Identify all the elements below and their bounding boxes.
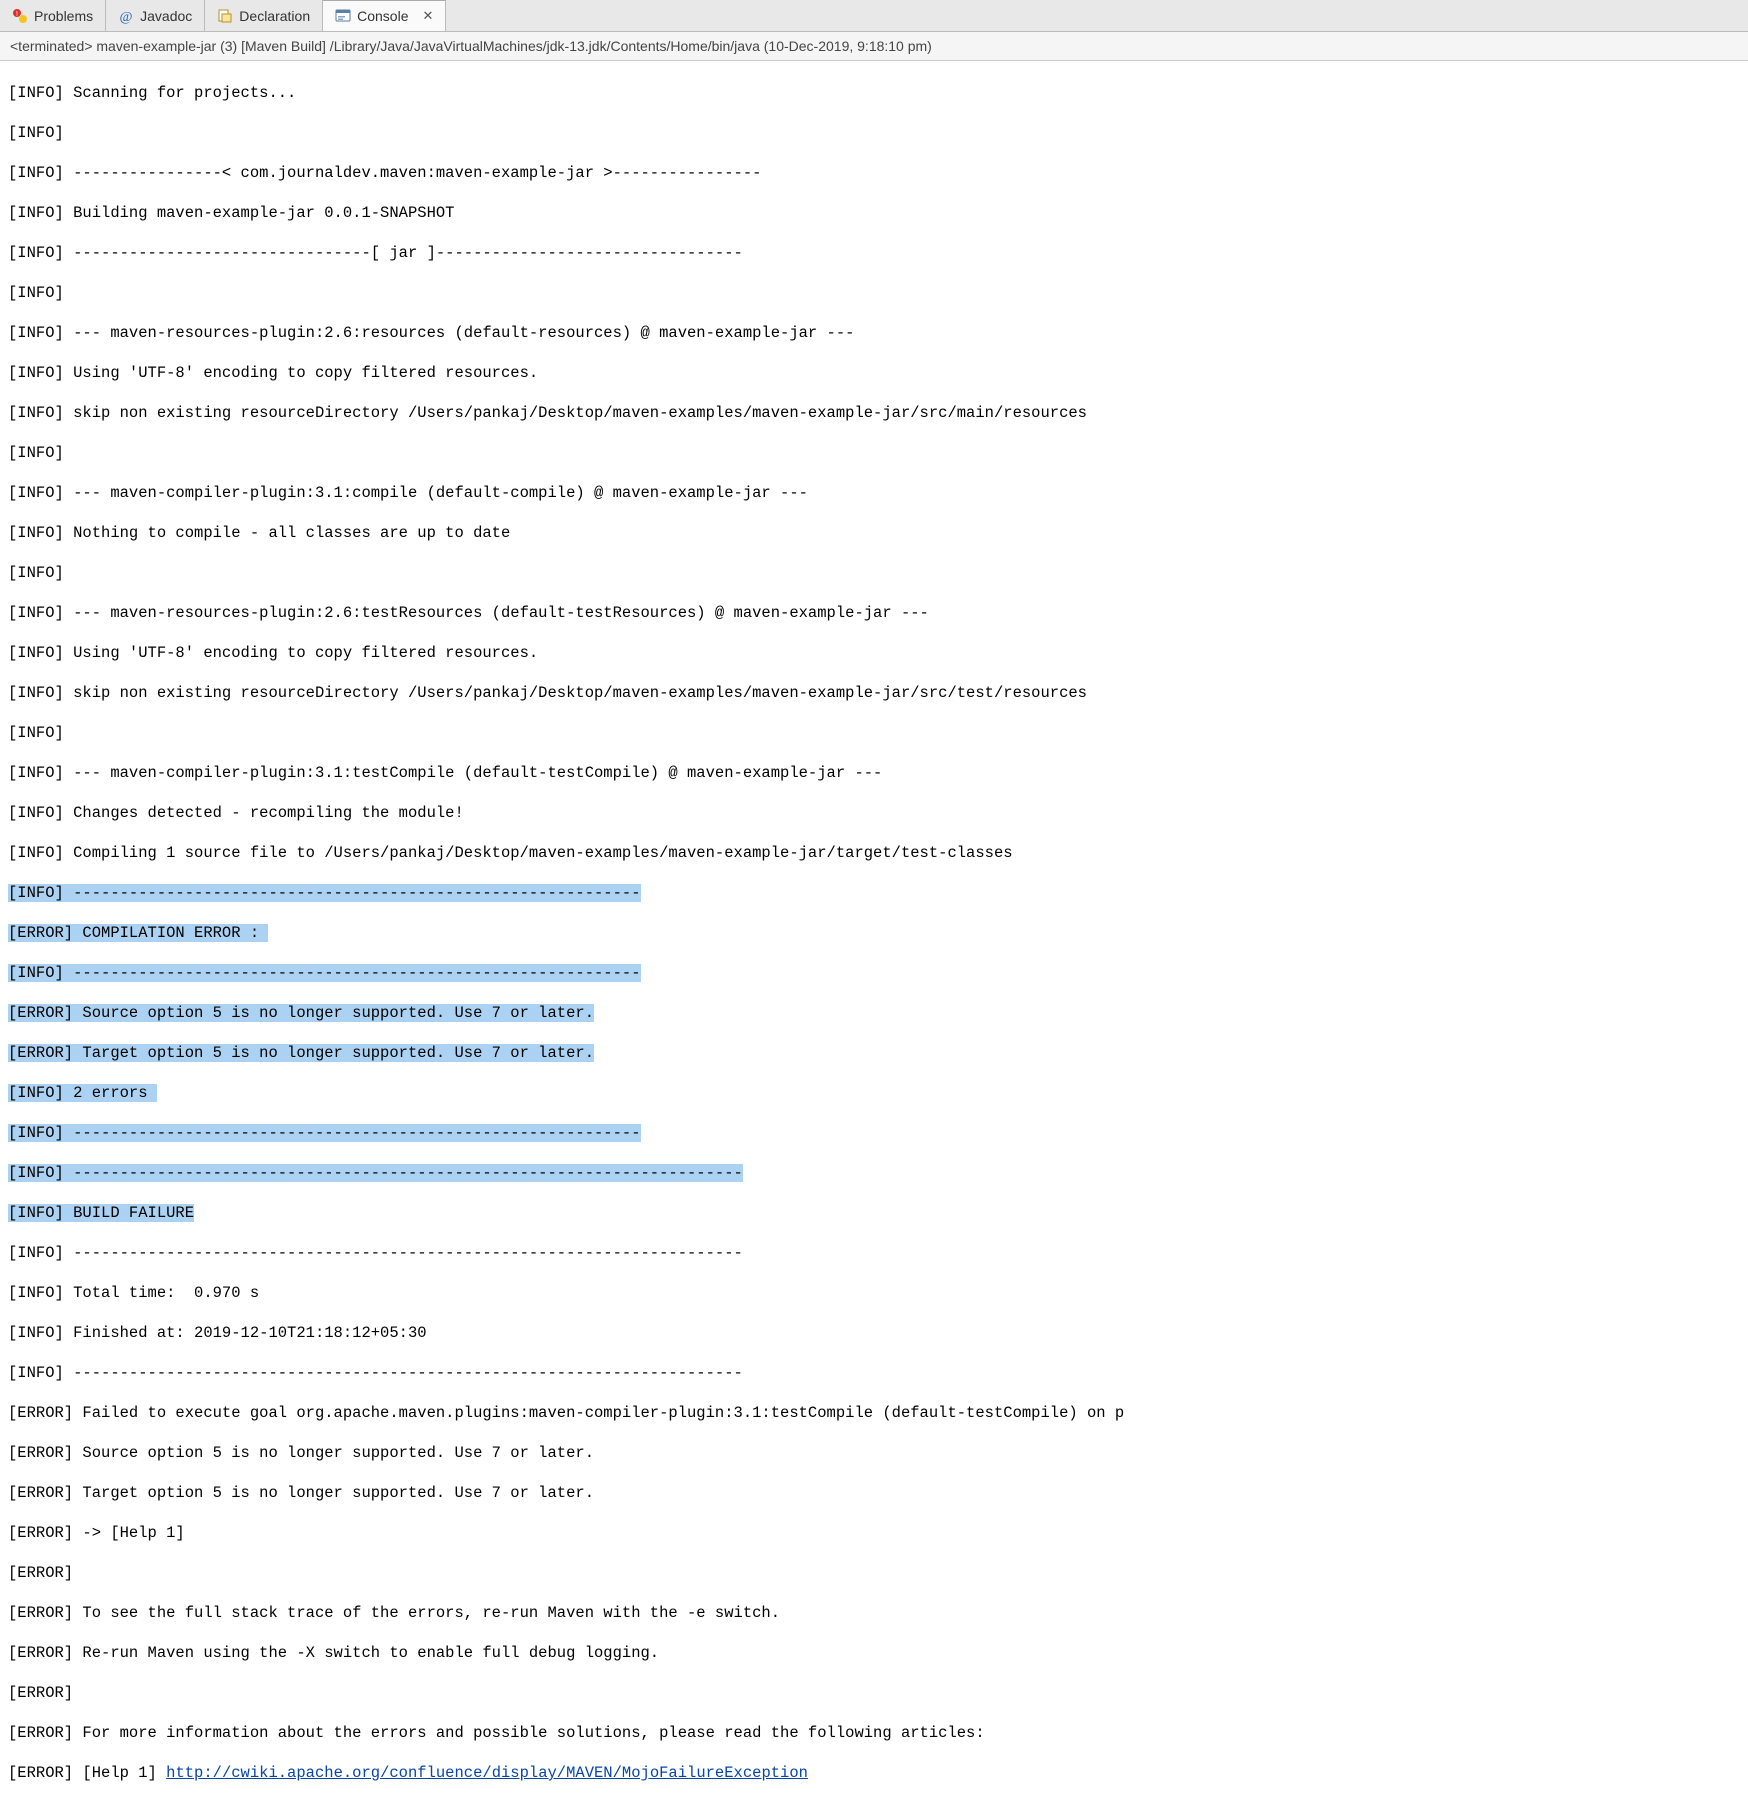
console-line: [INFO] 2 errors xyxy=(8,1083,1740,1103)
console-line: [ERROR] For more information about the e… xyxy=(8,1723,1740,1743)
tab-problems[interactable]: ! Problems xyxy=(0,0,106,31)
declaration-icon xyxy=(217,8,233,24)
console-line: [INFO] ---------------------------------… xyxy=(8,883,1740,903)
console-line: [INFO] ---------------------------------… xyxy=(8,1363,1740,1383)
console-line: [ERROR] Source option 5 is no longer sup… xyxy=(8,1003,1740,1023)
tab-declaration[interactable]: Declaration xyxy=(205,0,323,31)
console-line: [INFO] --- maven-compiler-plugin:3.1:com… xyxy=(8,483,1740,503)
console-line: [INFO] ---------------------------------… xyxy=(8,963,1740,983)
console-line: [INFO] skip non existing resourceDirecto… xyxy=(8,403,1740,423)
console-line: [INFO] --- maven-resources-plugin:2.6:te… xyxy=(8,603,1740,623)
console-line: [ERROR] -> [Help 1] xyxy=(8,1523,1740,1543)
console-line: [INFO] Changes detected - recompiling th… xyxy=(8,803,1740,823)
console-line: [ERROR] Target option 5 is no longer sup… xyxy=(8,1483,1740,1503)
console-line: [ERROR] COMPILATION ERROR : xyxy=(8,923,1740,943)
console-line: [ERROR] Source option 5 is no longer sup… xyxy=(8,1443,1740,1463)
console-line: [INFO] Using 'UTF-8' encoding to copy fi… xyxy=(8,363,1740,383)
console-line: [ERROR] To see the full stack trace of t… xyxy=(8,1603,1740,1623)
console-line: [INFO] xyxy=(8,283,1740,303)
console-line: [INFO] xyxy=(8,563,1740,583)
javadoc-icon: @ xyxy=(118,8,134,24)
console-status-line: <terminated> maven-example-jar (3) [Mave… xyxy=(0,32,1748,61)
console-output[interactable]: [INFO] Scanning for projects... [INFO] [… xyxy=(0,61,1748,1805)
console-line: [INFO] xyxy=(8,123,1740,143)
console-icon xyxy=(335,8,351,24)
console-line: [INFO] ---------------------------------… xyxy=(8,1123,1740,1143)
console-line: [INFO] Compiling 1 source file to /Users… xyxy=(8,843,1740,863)
console-line: [ERROR] Target option 5 is no longer sup… xyxy=(8,1043,1740,1063)
console-line: [INFO] xyxy=(8,443,1740,463)
console-line: [ERROR] [Help 1] http://cwiki.apache.org… xyxy=(8,1763,1740,1783)
console-line: [ERROR] xyxy=(8,1683,1740,1703)
console-line: [INFO] Finished at: 2019-12-10T21:18:12+… xyxy=(8,1323,1740,1343)
console-line: [INFO] ---------------------------------… xyxy=(8,1243,1740,1263)
help-link[interactable]: http://cwiki.apache.org/confluence/displ… xyxy=(166,1764,808,1782)
console-line: [INFO] --------------------------------[… xyxy=(8,243,1740,263)
console-line: [INFO] ----------------< com.journaldev.… xyxy=(8,163,1740,183)
console-line: [ERROR] Re-run Maven using the -X switch… xyxy=(8,1643,1740,1663)
console-line: [INFO] Total time: 0.970 s xyxy=(8,1283,1740,1303)
console-line: [INFO] Using 'UTF-8' encoding to copy fi… xyxy=(8,643,1740,663)
svg-text:!: ! xyxy=(16,11,18,18)
tab-label: Console xyxy=(357,8,408,24)
console-line: [INFO] Nothing to compile - all classes … xyxy=(8,523,1740,543)
console-line: [INFO] --- maven-compiler-plugin:3.1:tes… xyxy=(8,763,1740,783)
console-line: [ERROR] Failed to execute goal org.apach… xyxy=(8,1403,1740,1423)
console-line: [INFO] Scanning for projects... xyxy=(8,83,1740,103)
console-line: [INFO] BUILD FAILURE xyxy=(8,1203,1740,1223)
console-line: [INFO] Building maven-example-jar 0.0.1-… xyxy=(8,203,1740,223)
svg-text:@: @ xyxy=(120,10,133,24)
view-tab-bar: ! Problems @ Javadoc Declaration Console… xyxy=(0,0,1748,32)
problems-icon: ! xyxy=(12,8,28,24)
console-line: [ERROR] xyxy=(8,1563,1740,1583)
tab-javadoc[interactable]: @ Javadoc xyxy=(106,0,205,31)
tab-label: Javadoc xyxy=(140,8,192,24)
console-line: [INFO] skip non existing resourceDirecto… xyxy=(8,683,1740,703)
tab-label: Problems xyxy=(34,8,93,24)
close-icon[interactable]: ✕ xyxy=(423,8,434,24)
console-line: [INFO] ---------------------------------… xyxy=(8,1163,1740,1183)
console-line: [INFO] xyxy=(8,723,1740,743)
tab-label: Declaration xyxy=(239,8,310,24)
tab-console[interactable]: Console ✕ xyxy=(323,0,446,31)
console-line: [INFO] --- maven-resources-plugin:2.6:re… xyxy=(8,323,1740,343)
